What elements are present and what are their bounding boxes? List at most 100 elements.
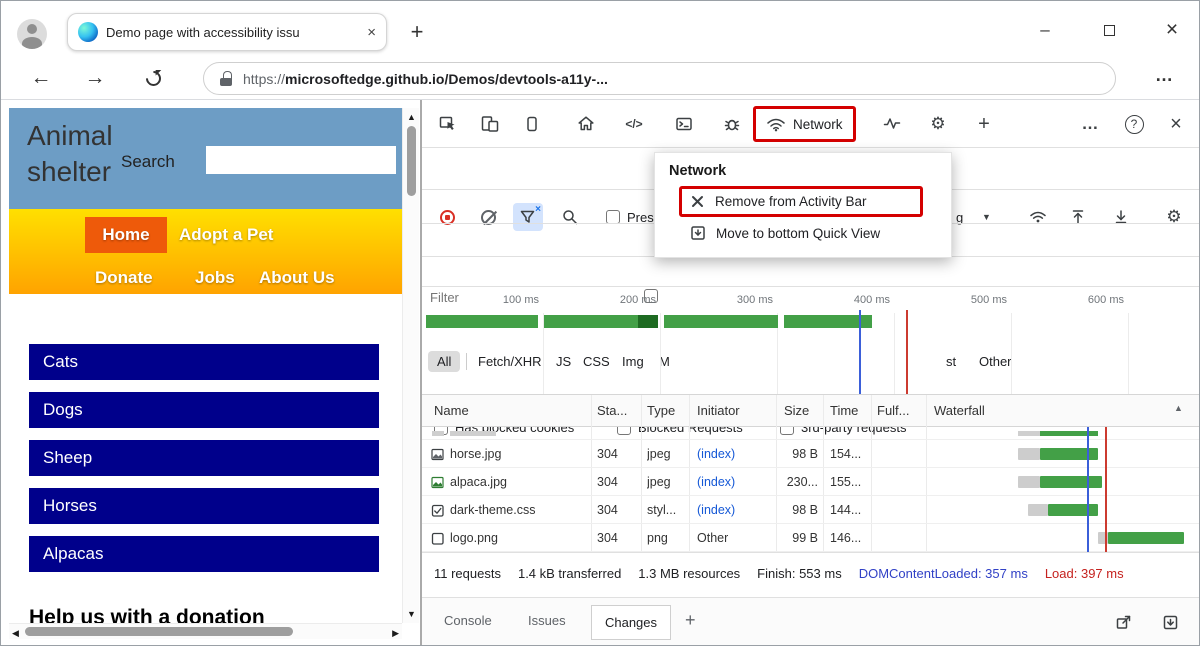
category-dogs-button[interactable]: Dogs [29, 392, 379, 428]
refresh-button[interactable] [137, 63, 169, 93]
cell-name: alpaca.jpg [450, 475, 507, 489]
scroll-up-icon[interactable]: ▲ [407, 112, 416, 122]
devtools-close-icon[interactable]: × [1158, 108, 1194, 140]
drawer-tab-issues[interactable]: Issues [528, 613, 566, 628]
devtools-panel: </> Network ⚙ + … ? × [422, 100, 1200, 646]
requests-table-header: Name Sta... Type Initiator Size Time Ful… [422, 395, 1200, 427]
cell-size: 230... [776, 475, 818, 489]
maximize-button[interactable] [1090, 15, 1128, 45]
browser-tab[interactable]: Demo page with accessibility issu × [67, 13, 387, 51]
table-row-clipped[interactable] [422, 427, 1200, 440]
waterfall-wait-bar [1018, 476, 1040, 488]
drawer-tab-changes[interactable]: Changes [591, 605, 671, 640]
profile-avatar[interactable] [17, 19, 47, 49]
cell-size: 99 B [776, 531, 818, 545]
col-name[interactable]: Name [434, 403, 469, 418]
nav-jobs-link[interactable]: Jobs [195, 268, 235, 288]
nav-donate-link[interactable]: Donate [95, 268, 153, 288]
lock-icon [220, 71, 232, 86]
table-row-darktheme[interactable]: dark-theme.css 304 styl... (index) 98 B … [422, 496, 1200, 524]
summary-finish: Finish: 553 ms [757, 566, 842, 581]
cell-initiator-link[interactable]: (index) [697, 503, 735, 517]
new-tab-button[interactable]: + [404, 19, 430, 45]
cell-initiator: Other [697, 531, 728, 545]
device-emulation-icon[interactable] [472, 108, 508, 140]
back-button[interactable]: ← [25, 63, 57, 93]
cell-name: logo.png [450, 531, 498, 545]
waterfall-wait-bar [1028, 504, 1048, 516]
drawer-tab-console[interactable]: Console [444, 613, 492, 628]
sort-ascending-icon[interactable]: ▲ [1174, 403, 1183, 413]
more-tools-icon[interactable]: … [1072, 108, 1108, 140]
performance-icon[interactable] [874, 108, 910, 140]
quick-view-drawer: Console Issues Changes + [422, 597, 1200, 646]
summary-transferred: 1.4 kB transferred [518, 566, 621, 581]
forward-button[interactable]: → [79, 63, 111, 93]
scroll-down-icon[interactable]: ▼ [407, 609, 416, 619]
welcome-home-icon[interactable] [568, 108, 604, 140]
elements-tab-icon[interactable]: </> [616, 108, 652, 140]
summary-load: Load: 397 ms [1045, 566, 1124, 581]
page-vertical-scrollbar[interactable]: ▲ ▼ [402, 108, 419, 623]
col-initiator[interactable]: Initiator [697, 403, 740, 418]
wifi-icon [766, 117, 786, 132]
horizontal-scroll-thumb[interactable] [25, 627, 293, 636]
col-size[interactable]: Size [784, 403, 809, 418]
scroll-right-icon[interactable]: ▶ [392, 628, 399, 639]
cell-type: jpeg [647, 475, 671, 489]
col-fulfilled[interactable]: Fulf... [877, 403, 910, 418]
category-horses-button[interactable]: Horses [29, 488, 379, 524]
table-row-alpaca[interactable]: alpaca.jpg 304 jpeg (index) 230... 155..… [422, 468, 1200, 496]
nav-about-link[interactable]: About Us [259, 268, 335, 288]
menu-item-move-to-bottom[interactable]: Move to bottom Quick View [690, 225, 880, 241]
panel-layout-icon[interactable] [514, 108, 550, 140]
window-close-button[interactable]: × [1153, 15, 1191, 45]
col-status[interactable]: Sta... [597, 403, 627, 418]
table-row-horse[interactable]: horse.jpg 304 jpeg (index) 98 B 154... [422, 440, 1200, 468]
inspect-icon[interactable] [430, 108, 466, 140]
category-sheep-button[interactable]: Sheep [29, 440, 379, 476]
network-options-row: Has blocked cookies Blocked Requests 3rd… [422, 257, 1200, 287]
network-tab-button[interactable]: Network [753, 106, 856, 142]
help-icon[interactable]: ? [1116, 108, 1152, 140]
search-input[interactable] [206, 146, 396, 174]
tab-close-icon[interactable]: × [367, 24, 376, 41]
cell-status: 304 [597, 503, 618, 517]
tick-500ms: 500 ms [959, 294, 1007, 306]
donation-heading-clipped: Help us with a donation [29, 606, 265, 623]
png-file-icon [431, 532, 444, 548]
address-bar[interactable]: https://microsoftedge.github.io/Demos/de… [203, 62, 1116, 95]
scroll-left-icon[interactable]: ◀ [12, 628, 19, 639]
col-time[interactable]: Time [830, 403, 858, 418]
cell-type: png [647, 531, 668, 545]
nav-home-link[interactable]: Home [85, 217, 167, 253]
network-overview-timeline[interactable]: 100 ms 200 ms 300 ms 400 ms 500 ms 600 m… [422, 287, 1200, 395]
add-tool-icon[interactable]: + [966, 108, 1002, 140]
cell-initiator-link[interactable]: (index) [697, 475, 735, 489]
minimize-button[interactable]: – [1026, 15, 1064, 45]
expand-quick-view-icon[interactable] [1157, 610, 1183, 634]
col-waterfall[interactable]: Waterfall [934, 403, 985, 418]
table-row-logo[interactable]: logo.png 304 png Other 99 B 146... [422, 524, 1200, 552]
open-in-new-icon[interactable] [1110, 610, 1136, 634]
console-tab-icon[interactable] [666, 108, 702, 140]
summary-requests: 11 requests [434, 566, 501, 581]
waterfall-download-bar [1048, 504, 1098, 516]
nav-adopt-link[interactable]: Adopt a Pet [179, 225, 273, 245]
vertical-scroll-thumb[interactable] [407, 126, 416, 196]
debugger-bug-icon[interactable] [714, 108, 750, 140]
tab-title: Demo page with accessibility issu [106, 25, 359, 40]
category-cats-button[interactable]: Cats [29, 344, 379, 380]
overview-bar-dark [638, 315, 658, 328]
category-alpacas-button[interactable]: Alpacas [29, 536, 379, 572]
cell-initiator-link[interactable]: (index) [697, 447, 735, 461]
waterfall-download-bar [1040, 476, 1102, 488]
browser-menu-button[interactable]: … [1155, 65, 1173, 86]
context-menu-title: Network [669, 163, 726, 179]
menu-item-remove-from-activity-bar[interactable]: Remove from Activity Bar [679, 186, 923, 217]
col-type[interactable]: Type [647, 403, 675, 418]
memory-gear-icon[interactable]: ⚙ [920, 108, 956, 140]
page-horizontal-scrollbar[interactable]: ◀ ▶ [9, 623, 402, 639]
drawer-add-tab-icon[interactable]: + [685, 610, 696, 631]
url-text: https://microsoftedge.github.io/Demos/de… [243, 71, 608, 87]
